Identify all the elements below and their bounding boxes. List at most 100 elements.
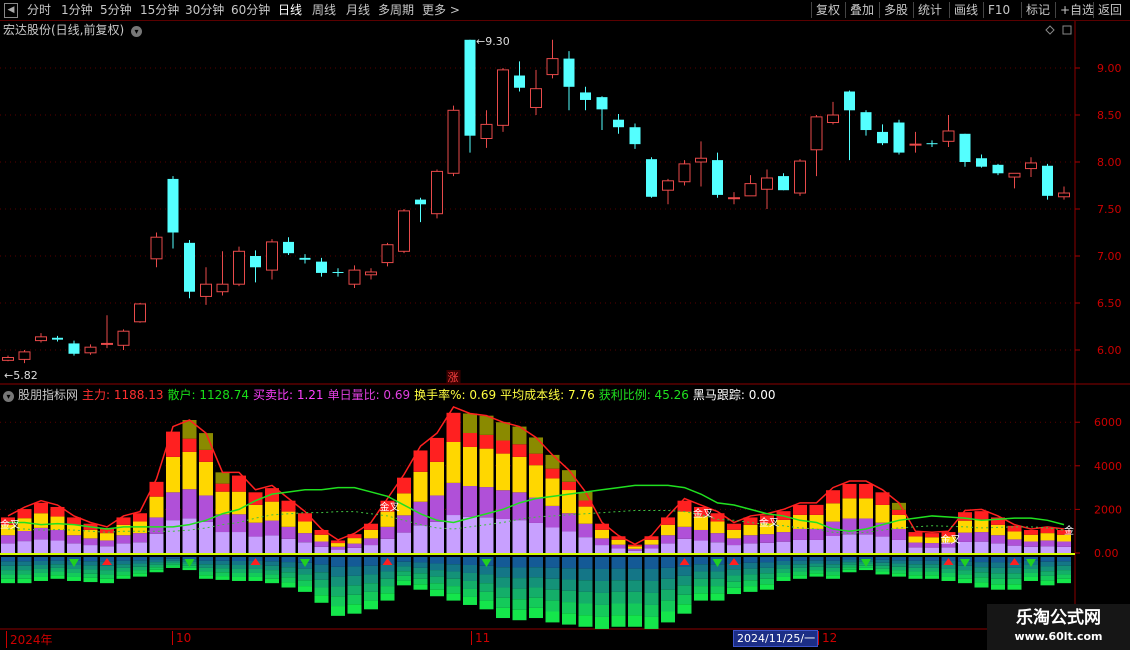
ind-neg-bar-46-0 (760, 557, 774, 563)
ind-neg-bar-50-0 (826, 557, 840, 561)
ind-neg-bar-8-0 (133, 557, 147, 561)
ind-neg-bar-52-0 (859, 557, 873, 560)
ind-neg-bar-36-2 (595, 580, 609, 593)
ind-bar-31-3 (512, 444, 527, 457)
ind-neg-bar-48-4 (793, 571, 807, 576)
ind-neg-bar-42-1 (694, 564, 708, 572)
kline-chart[interactable]: 9.00 8.50 8.00 7.50 7.00 6.50 6.00 ←9.30 ←5.82 60… (0, 0, 1130, 650)
ind-neg-bar-4-4 (67, 572, 81, 577)
ind-bar-33-1 (545, 505, 560, 528)
ind-bar-26-3 (430, 437, 444, 462)
ind-bar-39-2 (644, 539, 659, 545)
ind-neg-bar-25-4 (413, 578, 428, 585)
ind-bar-41-3 (677, 500, 692, 512)
ind-bar-10-1 (166, 492, 180, 521)
ind-bar-50-0 (826, 535, 840, 553)
candle-body-39 (646, 159, 657, 197)
candle-body-42 (695, 157, 707, 163)
candle-body-60 (992, 164, 1004, 174)
ind-neg-bar-7-1 (116, 560, 131, 565)
ind-bar-41-2 (677, 511, 692, 527)
candle-body-38 (629, 127, 641, 145)
ind-neg-bar-64-5 (1057, 578, 1071, 584)
ind-neg-bar-31-1 (512, 567, 527, 579)
ind-bar-20-1 (331, 546, 345, 550)
ind-bar-33-2 (545, 478, 560, 506)
ind-bar-45-1 (743, 535, 758, 544)
indicator-menu-icon[interactable]: ▾ (3, 391, 14, 402)
ind-neg-bar-31-2 (512, 578, 527, 589)
ind-neg-bar-42-5 (694, 593, 708, 601)
ind-neg-bar-25-3 (413, 573, 428, 579)
ind-neg-bar-8-3 (133, 566, 147, 571)
ind-neg-bar-53-4 (875, 568, 890, 572)
ind-bar-38-1 (628, 548, 642, 551)
ind-neg-bar-18-3 (298, 574, 312, 581)
ind-neg-bar-23-5 (380, 593, 395, 601)
ind-bar-55-2 (908, 536, 923, 543)
ind-bar-40-1 (661, 535, 675, 544)
ind-neg-bar-59-1 (974, 562, 989, 568)
ind-neg-bar-41-1 (677, 566, 692, 576)
ind-bar-13-4 (215, 472, 230, 484)
ind-bar-61-0 (1007, 545, 1022, 553)
ind-bar-27-3 (446, 412, 461, 442)
ind-neg-bar-21-2 (347, 575, 362, 586)
ind-bar-42-0 (694, 540, 708, 553)
ind-neg-bar-51-0 (842, 557, 857, 560)
candle-body-17 (283, 241, 294, 254)
ind-neg-bar-48-2 (793, 564, 807, 568)
ind-neg-bar-17-3 (281, 572, 296, 578)
ind-bar-23-0 (380, 538, 395, 553)
ind-neg-bar-57-5 (941, 576, 956, 581)
ind-neg-bar-9-5 (149, 569, 164, 573)
ind-neg-bar-46-3 (760, 573, 774, 579)
ind-bar-59-1 (974, 532, 989, 542)
ind-bar-41-1 (677, 526, 692, 539)
ind-neg-bar-14-2 (232, 564, 246, 569)
ind-neg-bar-0-0 (1, 557, 15, 562)
candle-body-15 (250, 256, 261, 268)
ind-neg-bar-2-0 (34, 557, 48, 561)
ind-neg-bar-46-2 (760, 567, 774, 574)
ind-neg-bar-25-5 (413, 584, 428, 590)
ind-neg-bar-20-1 (331, 566, 345, 577)
ind-bar-24-0 (397, 532, 411, 553)
ind-neg-bar-61-2 (1007, 567, 1022, 574)
ind-neg-bar-10-4 (166, 564, 180, 567)
ind-neg-bar-48-1 (793, 560, 807, 565)
ind-neg-bar-30-2 (496, 577, 510, 588)
ind-neg-bar-46-4 (760, 578, 774, 585)
ind-bar-56-1 (925, 543, 939, 548)
ind-bar-43-1 (710, 533, 725, 543)
ind-neg-bar-35-2 (578, 580, 593, 592)
candle-body-22 (365, 271, 377, 276)
ind-neg-bar-50-3 (826, 567, 840, 572)
ind-neg-bar-38-3 (628, 591, 642, 604)
ind-bar-53-2 (875, 504, 890, 523)
candle-body-4 (68, 343, 80, 354)
candle-body-46 (761, 177, 773, 190)
ind-bar-59-0 (974, 541, 989, 553)
ind-neg-bar-54-4 (892, 570, 906, 574)
ind-bar-40-0 (661, 543, 675, 553)
ind-bar-48-3 (793, 504, 807, 515)
ind-bar-60-1 (991, 535, 1005, 544)
candle-body-41 (678, 163, 691, 183)
ind-neg-bar-30-4 (496, 597, 510, 608)
price-tick-label-0: 9.00 (1097, 62, 1122, 75)
ind-neg-bar-38-1 (628, 568, 642, 581)
ind-neg-bar-25-2 (413, 567, 428, 574)
ind-neg-bar-47-5 (776, 576, 791, 581)
ind-bar-35-0 (578, 537, 593, 553)
ind-neg-bar-17-2 (281, 567, 296, 573)
ind-neg-bar-45-1 (743, 562, 758, 569)
ind-neg-bar-22-1 (364, 565, 378, 575)
ind-bar-17-0 (281, 538, 296, 553)
ind-neg-bar-21-0 (347, 557, 362, 567)
ind-bar-16-2 (265, 501, 279, 521)
ind-bar-37-0 (611, 548, 626, 553)
ind-neg-bar-7-4 (116, 571, 131, 576)
candle-body-54 (893, 122, 905, 153)
ind-neg-bar-53-3 (875, 565, 890, 569)
